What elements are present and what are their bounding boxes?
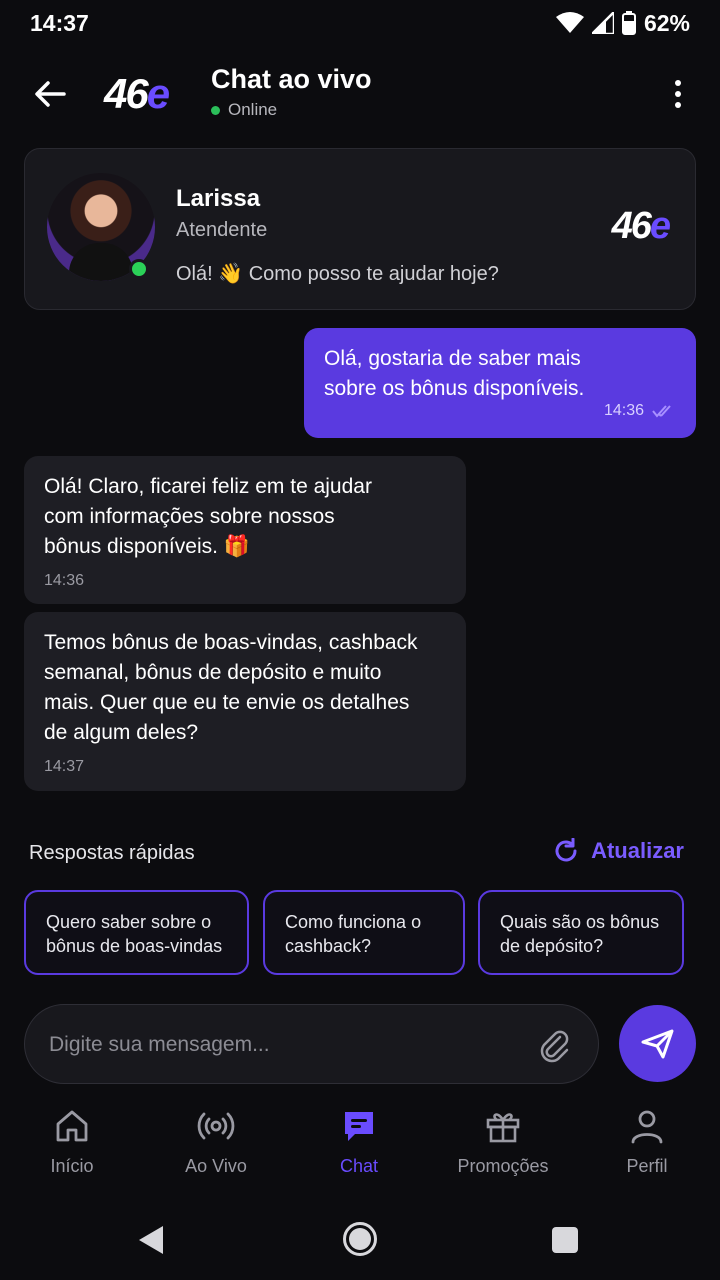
send-icon: [641, 1029, 673, 1058]
agent-greeting: Olá! 👋 Como posso te ajudar hoje?: [176, 263, 499, 285]
system-home-button[interactable]: [343, 1222, 377, 1256]
message-text: Olá! Claro, ficarei feliz em te ajudar c…: [44, 475, 372, 558]
dot-icon: [675, 91, 681, 97]
attach-button[interactable]: [536, 1027, 572, 1063]
nav-item-live[interactable]: Ao Vivo: [156, 1106, 276, 1177]
nav-item-home[interactable]: Início: [12, 1106, 132, 1177]
wifi-icon: [555, 12, 584, 33]
user-icon: [631, 1110, 663, 1144]
system-back-icon[interactable]: [137, 1224, 165, 1256]
nav-item-promotions[interactable]: Promoções: [443, 1106, 563, 1177]
refresh-icon: [555, 838, 577, 862]
agent-name: Larissa: [176, 185, 261, 212]
chat-icon: [345, 1112, 373, 1141]
nav-item-profile[interactable]: Perfil: [587, 1106, 707, 1177]
logo-letter: e: [146, 70, 170, 117]
agent-role: Atendente: [176, 219, 268, 241]
quick-reply-chip[interactable]: Quais são os bônus de depósito?: [478, 890, 684, 975]
message-time: 14:37: [44, 758, 85, 775]
online-status-label: Online: [228, 100, 278, 119]
brand-logo: 46 e: [104, 70, 170, 118]
nav-label: Ao Vivo: [185, 1156, 247, 1176]
message-text: Temos bônus de boas-vindas, cashback sem…: [44, 631, 418, 744]
home-circle-icon: [349, 1228, 371, 1250]
message-input[interactable]: [49, 1025, 529, 1065]
message-outgoing[interactable]: Olá, gostaria de saber mais sobre os bôn…: [304, 328, 696, 438]
logo-number: 46: [611, 205, 652, 247]
more-options-button[interactable]: [666, 76, 690, 112]
status-icons: 62%: [555, 9, 690, 37]
signal-icon: [591, 12, 614, 34]
online-status: Online: [211, 100, 277, 120]
quick-reply-chip[interactable]: Como funciona o cashback?: [263, 890, 465, 975]
nav-label: Início: [50, 1156, 94, 1176]
battery-level: 62%: [643, 9, 690, 36]
dot-icon: [675, 80, 681, 86]
agent-card: Larissa Atendente Olá! 👋 Como posso te a…: [24, 148, 696, 310]
refresh-button[interactable]: Atualizar: [553, 838, 684, 864]
refresh-label: Atualizar: [591, 838, 684, 863]
message-time: 14:36: [603, 402, 644, 419]
chat-header: 46 e Chat ao vivo Online: [0, 56, 720, 132]
broadcast-icon: [197, 1112, 235, 1140]
message-time: 14:36: [44, 572, 85, 589]
brand-logo: 46 e: [611, 205, 671, 248]
agent-online-indicator: [129, 259, 149, 279]
home-icon: [56, 1110, 88, 1142]
logo-number: 46: [104, 70, 149, 117]
page-title: Chat ao vivo: [211, 64, 372, 94]
message-text: Olá, gostaria de saber mais sobre os bôn…: [324, 347, 585, 400]
message-meta: 14:36: [604, 396, 676, 426]
back-button[interactable]: [30, 74, 70, 114]
nav-item-chat[interactable]: Chat: [299, 1106, 419, 1177]
status-bar: 14:37 62%: [0, 0, 720, 46]
bottom-nav: Início Ao Vivo Chat Promoções Perfil: [0, 1106, 720, 1202]
message-incoming[interactable]: Olá! Claro, ficarei feliz em te ajudar c…: [24, 456, 466, 604]
message-incoming[interactable]: Temos bônus de boas-vindas, cashback sem…: [24, 612, 466, 791]
gift-icon: [486, 1113, 520, 1143]
message-composer: [24, 1004, 599, 1084]
send-button[interactable]: [619, 1005, 696, 1082]
battery-icon: [621, 11, 636, 35]
quick-reply-chip[interactable]: Quero saber sobre o bônus de boas-vindas: [24, 890, 249, 975]
dot-icon: [675, 102, 681, 108]
double-check-icon: [652, 405, 671, 418]
arrow-left-icon: [35, 81, 66, 107]
status-time: 14:37: [30, 9, 89, 36]
paperclip-icon: [540, 1030, 569, 1063]
system-navigation-bar: [0, 1202, 720, 1280]
system-recents-button[interactable]: [552, 1227, 578, 1253]
nav-label: Chat: [339, 1156, 379, 1176]
online-dot-icon: [211, 105, 220, 115]
nav-label: Promoções: [457, 1156, 549, 1176]
nav-label: Perfil: [626, 1156, 668, 1176]
logo-letter: e: [649, 205, 671, 247]
quick-replies-title: Respostas rápidas: [29, 842, 195, 864]
